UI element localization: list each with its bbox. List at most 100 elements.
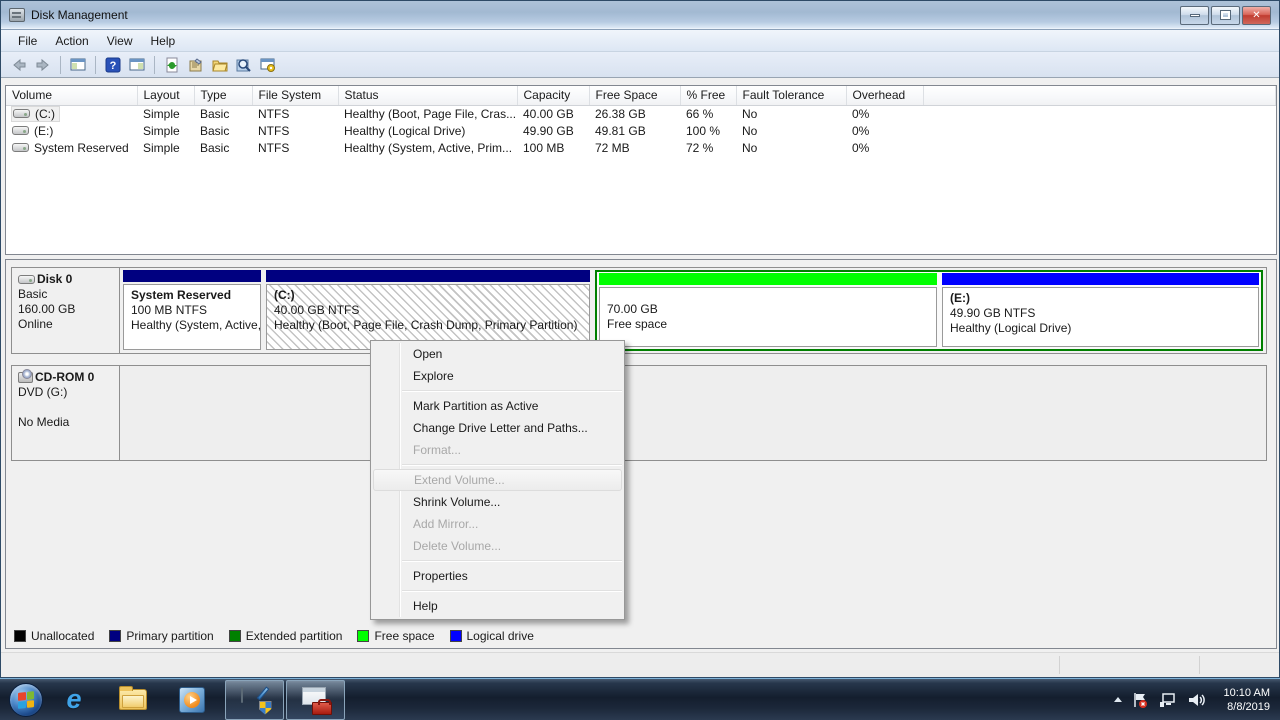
col-volume[interactable]: Volume [6,86,137,105]
menu-explore[interactable]: Explore [373,365,622,387]
primary-partition-bar [123,270,261,282]
properties-icon [188,57,204,73]
menu-view[interactable]: View [98,31,142,51]
partition-size: 40.00 GB NTFS [274,303,582,318]
toolbox-icon [302,687,330,713]
col-layout[interactable]: Layout [137,86,194,105]
volume-name: (C:) [35,107,55,121]
settings-button[interactable] [256,54,280,76]
partition-free-space[interactable]: 70.00 GB Free space [598,272,938,349]
col-type[interactable]: Type [194,86,252,105]
toolbar-separator [60,56,61,74]
partition-e[interactable]: (E:) 49.90 GB NTFS Healthy (Logical Driv… [941,272,1260,349]
menu-separator [402,390,622,391]
toolbar-separator [95,56,96,74]
extended-partition-swatch [229,630,241,642]
col-file-system[interactable]: File System [252,86,338,105]
back-icon [11,57,27,73]
explore-button[interactable] [208,54,232,76]
action-center-flag-icon[interactable] [1131,691,1149,709]
system-tray: 10:10 AM 8/8/2019 [1114,686,1280,714]
col-fault-tolerance[interactable]: Fault Tolerance [736,86,846,105]
start-button[interactable] [9,683,43,717]
cdrom0-label-panel[interactable]: CD-ROM 0 DVD (G:) No Media [12,366,120,460]
menu-open[interactable]: Open [373,343,622,365]
show-action-pane-button[interactable] [125,54,149,76]
menu-change-drive-letter[interactable]: Change Drive Letter and Paths... [373,417,622,439]
disk-properties-button[interactable] [184,54,208,76]
forward-button[interactable] [31,54,55,76]
partition-context-menu: Open Explore Mark Partition as Active Ch… [370,340,625,620]
cdrom0-name: CD-ROM 0 [35,370,94,385]
taskbar-disk-management[interactable] [225,680,284,720]
menu-properties[interactable]: Properties [373,565,622,587]
toolbar-separator [154,56,155,74]
disk0-label-panel[interactable]: Disk 0 Basic 160.00 GB Online [12,268,120,353]
minimize-button[interactable] [1180,6,1209,25]
console-tree-button[interactable] [66,54,90,76]
legend: Unallocated Primary partition Extended p… [14,629,534,643]
table-row-system-reserved[interactable]: System Reserved Simple Basic NTFS Health… [6,139,1276,156]
free-space-bar [599,273,937,285]
menu-file[interactable]: File [9,31,46,51]
primary-partition-swatch [109,630,121,642]
menu-mark-partition-active[interactable]: Mark Partition as Active [373,395,622,417]
volume-icon[interactable] [1187,691,1207,709]
search-button[interactable] [232,54,256,76]
statusbar-separator [1199,656,1200,674]
help-button[interactable]: ? [101,54,125,76]
col-capacity[interactable]: Capacity [517,86,589,105]
legend-unallocated: Unallocated [14,629,94,643]
taskbar-windows-explorer[interactable] [113,680,153,720]
menu-shrink-volume[interactable]: Shrink Volume... [373,491,622,513]
free-space-swatch [357,630,369,642]
cdrom0-empty-area [120,366,1266,460]
windows-logo-icon [18,691,34,709]
menu-action[interactable]: Action [46,31,97,51]
col-status[interactable]: Status [338,86,517,105]
table-row-c[interactable]: (C:) Simple Basic NTFS Healthy (Boot, Pa… [6,105,1276,122]
refresh-icon [164,57,180,73]
status-bar [1,652,1279,677]
toolbar: ? [1,52,1279,78]
taskbar-clock[interactable]: 10:10 AM 8/8/2019 [1224,686,1270,714]
search-icon [236,57,252,73]
back-button[interactable] [7,54,31,76]
col-overhead[interactable]: Overhead [846,86,923,105]
menu-add-mirror: Add Mirror... [373,513,622,535]
menu-help[interactable]: Help [373,595,622,617]
menu-help[interactable]: Help [142,31,185,51]
taskbar-internet-explorer[interactable]: e [54,680,94,720]
col-pct-free[interactable]: % Free [680,86,736,105]
table-header-row: Volume Layout Type File System Status Ca… [6,86,1276,105]
legend-label: Extended partition [246,629,343,643]
taskbar: e 10:10 AM 8/8/2019 [0,678,1280,720]
volume-table: Volume Layout Type File System Status Ca… [6,86,1276,156]
partition-system-reserved[interactable]: System Reserved 100 MB NTFS Healthy (Sys… [122,269,262,352]
titlebar[interactable]: Disk Management ✕ [1,1,1279,30]
partition-status: Healthy (Logical Drive) [950,321,1251,336]
console-window-icon [70,57,86,73]
maximize-icon [1221,11,1230,19]
partition-status: Healthy (Boot, Page File, Crash Dump, Pr… [274,318,582,333]
maximize-button[interactable] [1211,6,1240,25]
clock-time: 10:10 AM [1224,686,1270,700]
table-row-e[interactable]: (E:) Simple Basic NTFS Healthy (Logical … [6,122,1276,139]
partition-size: 70.00 GB [607,302,929,317]
network-icon[interactable] [1158,691,1178,709]
logical-drive-bar [942,273,1259,285]
partition-title: System Reserved [131,288,253,303]
col-free-space[interactable]: Free Space [589,86,680,105]
window-gear-icon [260,57,276,73]
legend-extended-partition: Extended partition [229,629,343,643]
taskbar-admin-tools[interactable] [286,680,345,720]
taskbar-media-player[interactable] [172,680,212,720]
statusbar-separator [1059,656,1060,674]
partition-size: 100 MB NTFS [131,303,253,318]
svg-text:?: ? [110,60,117,72]
close-button[interactable]: ✕ [1242,6,1271,25]
disk-management-window: Disk Management ✕ File Action View Help … [0,0,1280,678]
volume-list-pane: Volume Layout Type File System Status Ca… [5,85,1277,255]
refresh-button[interactable] [160,54,184,76]
show-hidden-icons-button[interactable] [1114,697,1122,702]
